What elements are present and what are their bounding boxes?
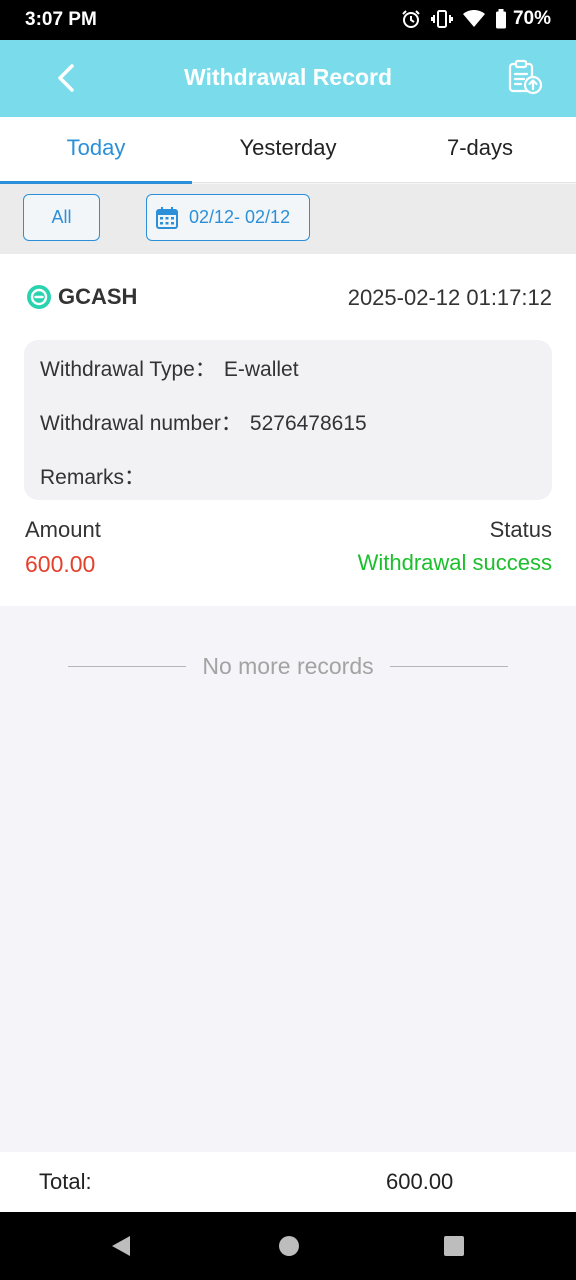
status-label: Status (489, 517, 552, 542)
withdrawal-number-value: 5276478615 (249, 412, 367, 435)
withdrawal-number-row: Withdrawal number： 5276478615 (40, 407, 367, 437)
gcash-logo-icon (27, 285, 51, 309)
total-bar: Total: 600.00 (0, 1152, 576, 1212)
total-value: 600.00 (386, 1169, 454, 1194)
payment-method-name: GCASH (58, 284, 138, 309)
page-title: Withdrawal Record (183, 64, 393, 90)
withdrawal-type-value: E-wallet (223, 358, 299, 381)
status-time: 3:07 PM (25, 9, 97, 30)
amount-label: Amount (25, 517, 101, 542)
divider-right (390, 666, 508, 667)
calendar-icon (156, 206, 178, 229)
amount-value: 600.00 (25, 551, 96, 577)
status-icons: 70% (401, 8, 551, 30)
status-value: Withdrawal success (357, 550, 552, 575)
list-end-indicator: No more records (68, 653, 508, 681)
alarm-icon (402, 10, 420, 28)
withdrawal-type-row: Withdrawal Type： E-wallet (40, 353, 299, 383)
filter-bar: All 02/12- 02/12 (0, 184, 576, 254)
vibrate-icon (430, 10, 453, 28)
app-header: Withdrawal Record (0, 40, 576, 117)
withdrawal-record-card[interactable]: GCASH 2025-02-12 01:17:12 Withdrawal Typ… (0, 254, 576, 606)
filter-all-button[interactable]: All (23, 194, 100, 241)
battery-icon (495, 9, 506, 29)
nav-back-icon[interactable] (110, 1234, 132, 1258)
remarks-row: Remarks： (40, 461, 153, 491)
withdrawal-type-label: Withdrawal Type： (40, 358, 216, 381)
nav-home-icon[interactable] (278, 1234, 300, 1258)
date-range-button[interactable]: 02/12- 02/12 (146, 194, 310, 241)
tab-7-days[interactable]: 7-days (384, 117, 576, 183)
wifi-icon (462, 10, 485, 27)
system-nav-bar (0, 1212, 576, 1280)
status-bar: 3:07 PM 70% (0, 0, 576, 40)
remarks-label: Remarks： (40, 466, 146, 489)
battery-percent: 70% (512, 8, 551, 29)
tab-today[interactable]: Today (0, 117, 192, 184)
total-label: Total: (39, 1169, 92, 1194)
record-details: Withdrawal Type： E-wallet Withdrawal numb… (24, 340, 552, 500)
date-range-label: 02/12- 02/12 (189, 207, 291, 227)
nav-recents-icon[interactable] (443, 1234, 465, 1258)
tab-yesterday[interactable]: Yesterday (192, 117, 384, 183)
clipboard-upload-icon[interactable] (506, 58, 544, 96)
payment-method: GCASH (26, 284, 137, 310)
withdrawal-number-label: Withdrawal number： (40, 412, 242, 435)
record-datetime: 2025-02-12 01:17:12 (347, 285, 552, 310)
date-tabs: Today Yesterday 7-days (0, 117, 576, 184)
